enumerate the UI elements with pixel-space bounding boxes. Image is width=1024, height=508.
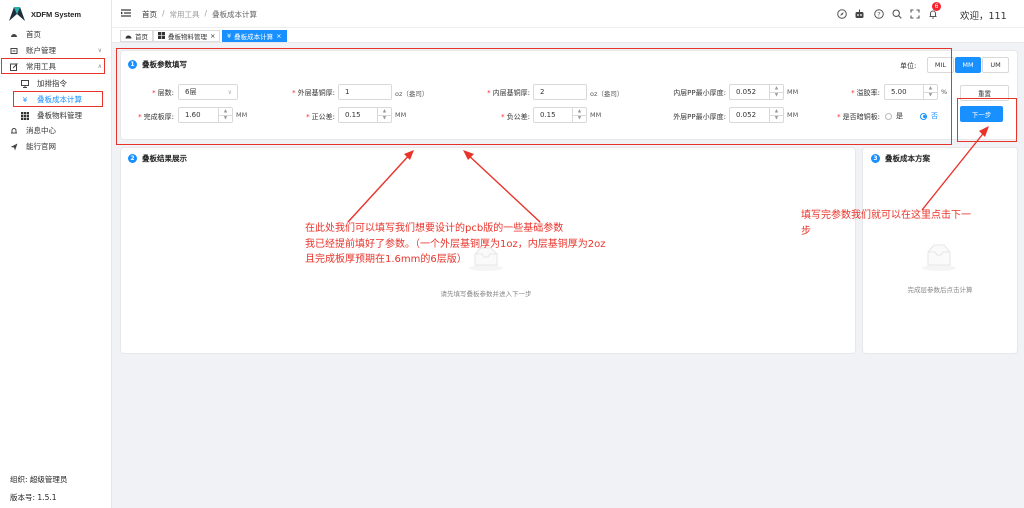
- arrow-line-right: [465, 152, 541, 223]
- arrow-line-left: [347, 151, 413, 223]
- annotation-line: 且完成板厚预期在1.6mm的6层版）: [305, 254, 467, 265]
- annotation-line: 我已经提前填好了参数。（一个外层基铜厚为1oz，内层基铜厚为2oz: [305, 238, 606, 250]
- annotation-line: 步: [801, 225, 811, 237]
- annotation-right: 填写完参数我们就可以在这里点击下一 步: [801, 208, 971, 239]
- annotation-line: 在此处我们可以填写我们想要设计的pcb版的一些基础参数: [305, 223, 564, 234]
- arrow-head-next: [979, 126, 989, 137]
- annotation-left: 在此处我们可以填写我们想要设计的pcb版的一些基础参数 我已经提前填好了参数。（…: [305, 221, 605, 268]
- arrow-line-next: [921, 129, 987, 211]
- annotation-line: 填写完参数我们就可以在这里点击下一: [801, 210, 971, 221]
